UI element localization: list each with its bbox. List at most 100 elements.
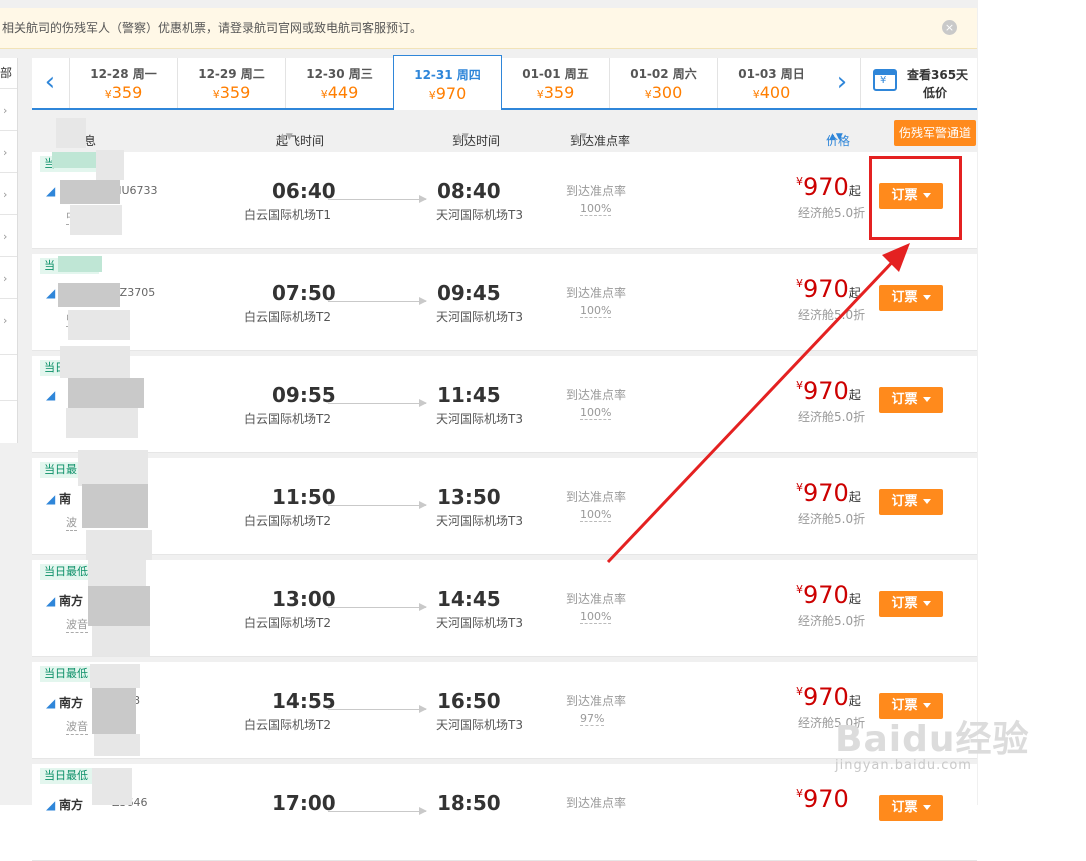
close-icon[interactable]: × [942, 20, 957, 35]
next-dates-arrow-icon[interactable]: › [824, 58, 860, 108]
flight-row: 当日◢ 3346)09:55白云国际机场T211:45天河国际机场T3到达准点率… [32, 356, 977, 453]
sort-icon: ▲▼ [829, 132, 843, 142]
low-price-calendar-button[interactable]: 查看365天 低价 [860, 58, 978, 108]
price-qi: 起 [848, 490, 861, 504]
price-value: 970 [803, 785, 849, 813]
airline-name: 南方 [59, 798, 84, 812]
date-label: 01-03 周日 [738, 67, 805, 81]
date-tab-0[interactable]: 12-28 周一 ¥359 [69, 58, 177, 108]
calendar-label-1: 查看365天 [907, 68, 969, 82]
book-button[interactable]: 订票 [879, 591, 943, 617]
chevron-right-icon[interactable]: › [3, 188, 7, 201]
date-price: ¥359 [178, 83, 285, 102]
ontime-rate-label: 到达准点率 [566, 592, 627, 606]
book-button[interactable]: 订票 [879, 285, 943, 311]
flight-price: ¥970起 [796, 377, 861, 405]
departure-airport: 白云国际机场T2 [244, 514, 331, 528]
right-blank-area [978, 0, 1086, 805]
flight-row: 当日最低◢ 南方72波音13:00白云国际机场T214:45天河国际机场T3到达… [32, 560, 977, 657]
book-label: 订票 [891, 800, 918, 815]
watermark-brand: Baidu经验 [835, 719, 1030, 760]
flight-price: ¥970起 [796, 479, 861, 507]
sort-icon: ▲▼ [455, 132, 469, 142]
currency-sign: ¥ [796, 481, 803, 494]
price-value: 970 [803, 581, 849, 609]
price-value: 970 [803, 275, 849, 303]
departure-airport: 白云国际机场T2 [244, 412, 331, 426]
date-label: 01-02 周六 [630, 67, 697, 81]
chevron-right-icon[interactable]: › [3, 146, 7, 159]
airline-logo-icon: ◢ 南方 [46, 696, 84, 710]
date-tab-5[interactable]: 01-02 周六 ¥300 [609, 58, 717, 108]
ontime-rate-value[interactable]: 100% [580, 304, 612, 318]
date-price: ¥449 [286, 83, 393, 102]
date-tab-4[interactable]: 01-01 周五 ¥359 [501, 58, 609, 108]
currency-sign: ¥ [320, 88, 328, 101]
watermark: Baidu经验 jingyan.baidu.com [835, 710, 1030, 773]
date-tab-3[interactable]: 12-31 周四 ¥970 [393, 55, 502, 110]
calendar-icon [873, 69, 897, 91]
ontime-rate-label: 到达准点率 [566, 694, 627, 708]
cabin-discount: 经济舱5.0折 [798, 512, 866, 526]
ontime-rate-label: 到达准点率 [566, 796, 627, 810]
currency-sign: ¥ [104, 88, 112, 101]
date-tab-1[interactable]: 12-29 周二 ¥359 [177, 58, 285, 108]
currency-sign: ¥ [536, 88, 544, 101]
date-price-value: 359 [219, 83, 251, 102]
route-arrow-icon [328, 195, 427, 203]
date-label: 01-01 周五 [522, 67, 589, 81]
currency-sign: ¥ [428, 89, 436, 102]
date-tab-2[interactable]: 12-30 周三 ¥449 [285, 58, 393, 108]
date-label: 12-30 周三 [306, 67, 373, 81]
price-value: 970 [803, 173, 849, 201]
arrival-time: 11:45 [437, 383, 501, 407]
ontime-rate-value[interactable]: 100% [580, 508, 612, 522]
date-price: ¥359 [502, 83, 609, 102]
tag-text: 当 [44, 259, 55, 272]
date-label: 12-29 周二 [198, 67, 265, 81]
ontime-rate-value[interactable]: 100% [580, 202, 612, 216]
sidebar-divider [0, 298, 17, 299]
route-arrow-icon [328, 297, 427, 305]
price-value: 970 [803, 683, 849, 711]
prev-dates-arrow-icon[interactable]: ‹ [32, 58, 68, 108]
book-button[interactable]: 订票 [879, 795, 943, 821]
tag-text: 当日最低 [44, 769, 88, 782]
departure-time: 07:50 [272, 281, 336, 305]
ontime-rate-value[interactable]: 100% [580, 406, 612, 420]
sidebar-divider [0, 130, 17, 131]
departure-time: 17:00 [272, 791, 336, 815]
sidebar-divider [0, 214, 17, 215]
route-arrow-icon [328, 603, 427, 611]
tag-text: 当日最低 [44, 565, 88, 578]
date-tab-6[interactable]: 01-03 周日 ¥400 [717, 58, 825, 108]
flight-row: 当日最低◢ 南方Z364617:0018:50到达准点率¥970订票 [32, 764, 977, 861]
ontime-rate-value[interactable]: 97% [580, 712, 605, 726]
chevron-right-icon[interactable]: › [3, 230, 7, 243]
chevron-right-icon[interactable]: › [3, 314, 7, 327]
arrival-time: 08:40 [437, 179, 501, 203]
ontime-rate-value[interactable]: 100% [580, 610, 612, 624]
departure-airport: 白云国际机场T2 [244, 616, 331, 630]
chevron-right-icon[interactable]: › [3, 104, 7, 117]
cabin-discount: 经济舱5.0折 [798, 410, 866, 424]
date-label: 12-31 周四 [414, 68, 481, 82]
book-button[interactable]: 订票 [879, 489, 943, 515]
departure-time: 14:55 [272, 689, 336, 713]
route-arrow-icon [328, 501, 427, 509]
price-qi: 起 [848, 592, 861, 606]
plane-type[interactable]: 波音 [66, 616, 88, 633]
book-button[interactable]: 订票 [879, 387, 943, 413]
price-qi: 起 [848, 286, 861, 300]
chevron-right-icon[interactable]: › [3, 272, 7, 285]
currency-sign: ¥ [644, 88, 652, 101]
arrival-time: 13:50 [437, 485, 501, 509]
price-value: 970 [803, 377, 849, 405]
plane-type[interactable]: 波音 [66, 718, 88, 735]
calendar-label-2: 低价 [923, 86, 948, 100]
plane-type[interactable]: 波 [66, 514, 77, 531]
arrival-time: 16:50 [437, 689, 501, 713]
disabled-veteran-channel-button[interactable]: 伤残军警通道 [894, 120, 976, 146]
price-qi: 起 [848, 388, 861, 402]
cabin-discount: 经济舱5.0折 [798, 206, 866, 220]
